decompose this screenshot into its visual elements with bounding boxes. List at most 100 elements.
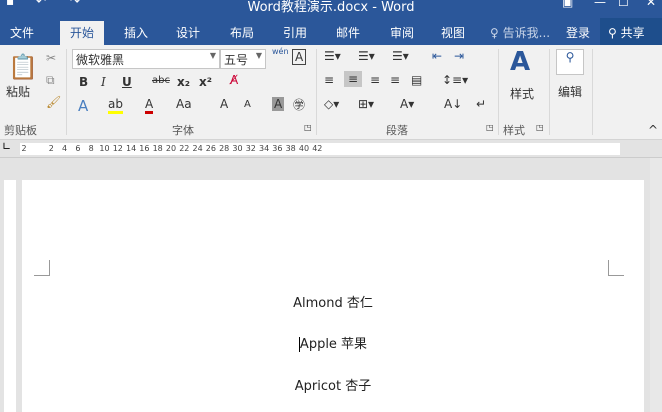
tab-file[interactable]: 文件	[10, 24, 34, 41]
ruler-number: 2	[48, 144, 54, 153]
divider	[498, 49, 499, 135]
format-painter-icon[interactable]: 🖌	[46, 95, 61, 109]
line-spacing-icon[interactable]: ↕≡▾	[442, 73, 468, 87]
copy-icon[interactable]: ⧉	[46, 73, 55, 88]
increase-indent-icon[interactable]: ⇥	[454, 49, 464, 63]
document-line[interactable]: Almond 杏仁	[22, 292, 644, 311]
ruler-number: 24	[192, 144, 203, 153]
strikethrough-button[interactable]: abc	[152, 75, 170, 86]
ruler-number: 8	[88, 144, 94, 153]
tab-insert[interactable]: 插入	[124, 24, 148, 41]
maximize-icon[interactable]: ☐	[618, 0, 629, 9]
margin-mark	[34, 260, 50, 276]
ruler-number: 36	[272, 144, 283, 153]
document-line[interactable]: Apple 苹果	[22, 333, 644, 352]
paste-icon[interactable]: 📋	[8, 53, 38, 81]
grow-font-button[interactable]: A	[220, 97, 228, 111]
dialog-launcher-icon[interactable]: ◳	[536, 123, 544, 132]
tab-review[interactable]: 审阅	[390, 24, 414, 41]
enclose-characters-icon[interactable]: ㊫	[293, 96, 305, 113]
ruler-number: 20	[165, 144, 177, 153]
clipboard-group-label: 剪贴板	[4, 124, 37, 137]
ruler-number: 10	[99, 144, 110, 153]
horizontal-ruler[interactable]: ∟ 2 2 4 6 8 10 12 14 16 18 20 22 24 26 28 30 32 34 36 38 40 4…	[0, 140, 662, 158]
dialog-launcher-icon[interactable]: ◳	[486, 123, 494, 132]
align-center-icon[interactable]: ≡	[344, 71, 363, 87]
align-right-icon[interactable]: ≡	[370, 73, 380, 87]
asian-layout-icon[interactable]: A▾	[400, 97, 414, 111]
vertical-ruler[interactable]	[4, 180, 16, 412]
tell-me-label: 告诉我...	[502, 26, 551, 40]
share-label: 共享	[620, 26, 645, 40]
change-case-button[interactable]: Aa	[176, 97, 192, 111]
minimize-icon[interactable]: —	[594, 0, 606, 9]
tab-references[interactable]: 引用	[283, 24, 307, 41]
chevron-down-icon: ▼	[255, 51, 262, 60]
ruler-number: 40	[298, 144, 310, 153]
italic-button[interactable]: I	[101, 75, 106, 89]
tell-me-search[interactable]: ♀ 告诉我...	[490, 24, 550, 41]
divider	[316, 49, 317, 135]
paste-button[interactable]: 粘贴	[6, 83, 30, 100]
ribbon-tabs: 文件 开始 插入 设计 布局 引用 邮件 审阅 视图 ♀ 告诉我... 登录 ⚲…	[0, 18, 662, 45]
multilevel-list-icon[interactable]: ☰▾	[392, 49, 409, 63]
ruler-number: 14	[126, 144, 137, 153]
close-icon[interactable]: ✕	[646, 0, 656, 9]
superscript-button[interactable]: x²	[199, 75, 212, 89]
distributed-icon[interactable]: ▤	[411, 73, 422, 87]
collapse-ribbon-icon[interactable]: ^	[648, 123, 658, 137]
tab-design[interactable]: 设计	[176, 24, 200, 41]
tab-mailings[interactable]: 邮件	[336, 24, 360, 41]
tab-layout[interactable]: 布局	[230, 24, 254, 41]
phonetic-guide-button[interactable]: wén	[272, 47, 289, 56]
vertical-scrollbar[interactable]	[650, 158, 662, 412]
divider	[66, 49, 67, 135]
document-line[interactable]: Apricot 杏子	[22, 375, 644, 394]
font-color-button[interactable]: A	[145, 97, 154, 114]
dialog-launcher-icon[interactable]: ◳	[304, 123, 312, 132]
ribbon-display-icon[interactable]: ▣	[562, 0, 573, 9]
underline-button[interactable]: U	[122, 75, 132, 89]
bold-button[interactable]: B	[79, 75, 88, 89]
title-bar: ▪ ↶ ↷ Word教程演示.docx - Word ▣ — ☐ ✕	[0, 0, 662, 18]
font-size-select[interactable]: 五号 ▼	[220, 49, 266, 69]
clear-formatting-icon[interactable]: A̸	[230, 73, 238, 87]
borders-icon[interactable]: ⊞▾	[358, 97, 374, 111]
justify-icon[interactable]: ≡	[390, 73, 400, 87]
font-name-value: 微软雅黑	[76, 53, 125, 67]
ruler-number: 12	[112, 144, 123, 153]
editing-button[interactable]: 编辑	[558, 83, 582, 100]
decrease-indent-icon[interactable]: ⇤	[432, 49, 442, 63]
highlight-color-button[interactable]: ab	[108, 97, 123, 114]
ruler-number: 6	[75, 144, 81, 153]
divider	[549, 49, 550, 135]
search-icon[interactable]: ⚲	[556, 49, 584, 75]
bullets-icon[interactable]: ☰▾	[324, 49, 341, 63]
cut-icon[interactable]: ✂	[46, 51, 56, 65]
lightbulb-icon: ♀	[490, 26, 499, 40]
ruler-number: 18	[152, 144, 163, 153]
person-icon: ⚲	[608, 26, 617, 40]
share-button[interactable]: ⚲ 共享	[600, 18, 662, 45]
tab-home[interactable]: 开始	[60, 21, 105, 45]
ruler-number: 42	[312, 144, 323, 153]
numbering-icon[interactable]: ☰▾	[358, 49, 375, 63]
sort-icon[interactable]: A↓	[444, 97, 462, 111]
tab-selector-icon[interactable]: ∟	[2, 140, 11, 153]
styles-icon[interactable]: A	[510, 47, 530, 77]
document-page[interactable]: Almond 杏仁 Apple 苹果 Apricot 杏子	[22, 180, 644, 412]
shading-icon[interactable]: ◇▾	[324, 97, 339, 111]
character-border-button[interactable]: A	[292, 49, 307, 65]
ruler-number: 22	[179, 144, 190, 153]
ruler-number: 32	[245, 144, 256, 153]
text-effects-button[interactable]: A	[78, 97, 88, 115]
login-link[interactable]: 登录	[566, 24, 590, 41]
align-left-icon[interactable]: ≡	[324, 73, 334, 87]
subscript-button[interactable]: x₂	[177, 75, 190, 89]
character-shading-button[interactable]: A	[272, 97, 285, 111]
tab-view[interactable]: 视图	[441, 24, 465, 41]
font-name-select[interactable]: 微软雅黑 ▼	[72, 49, 220, 69]
styles-button[interactable]: 样式	[510, 85, 534, 102]
show-marks-icon[interactable]: ↵	[476, 97, 486, 111]
shrink-font-button[interactable]: A	[244, 99, 251, 110]
